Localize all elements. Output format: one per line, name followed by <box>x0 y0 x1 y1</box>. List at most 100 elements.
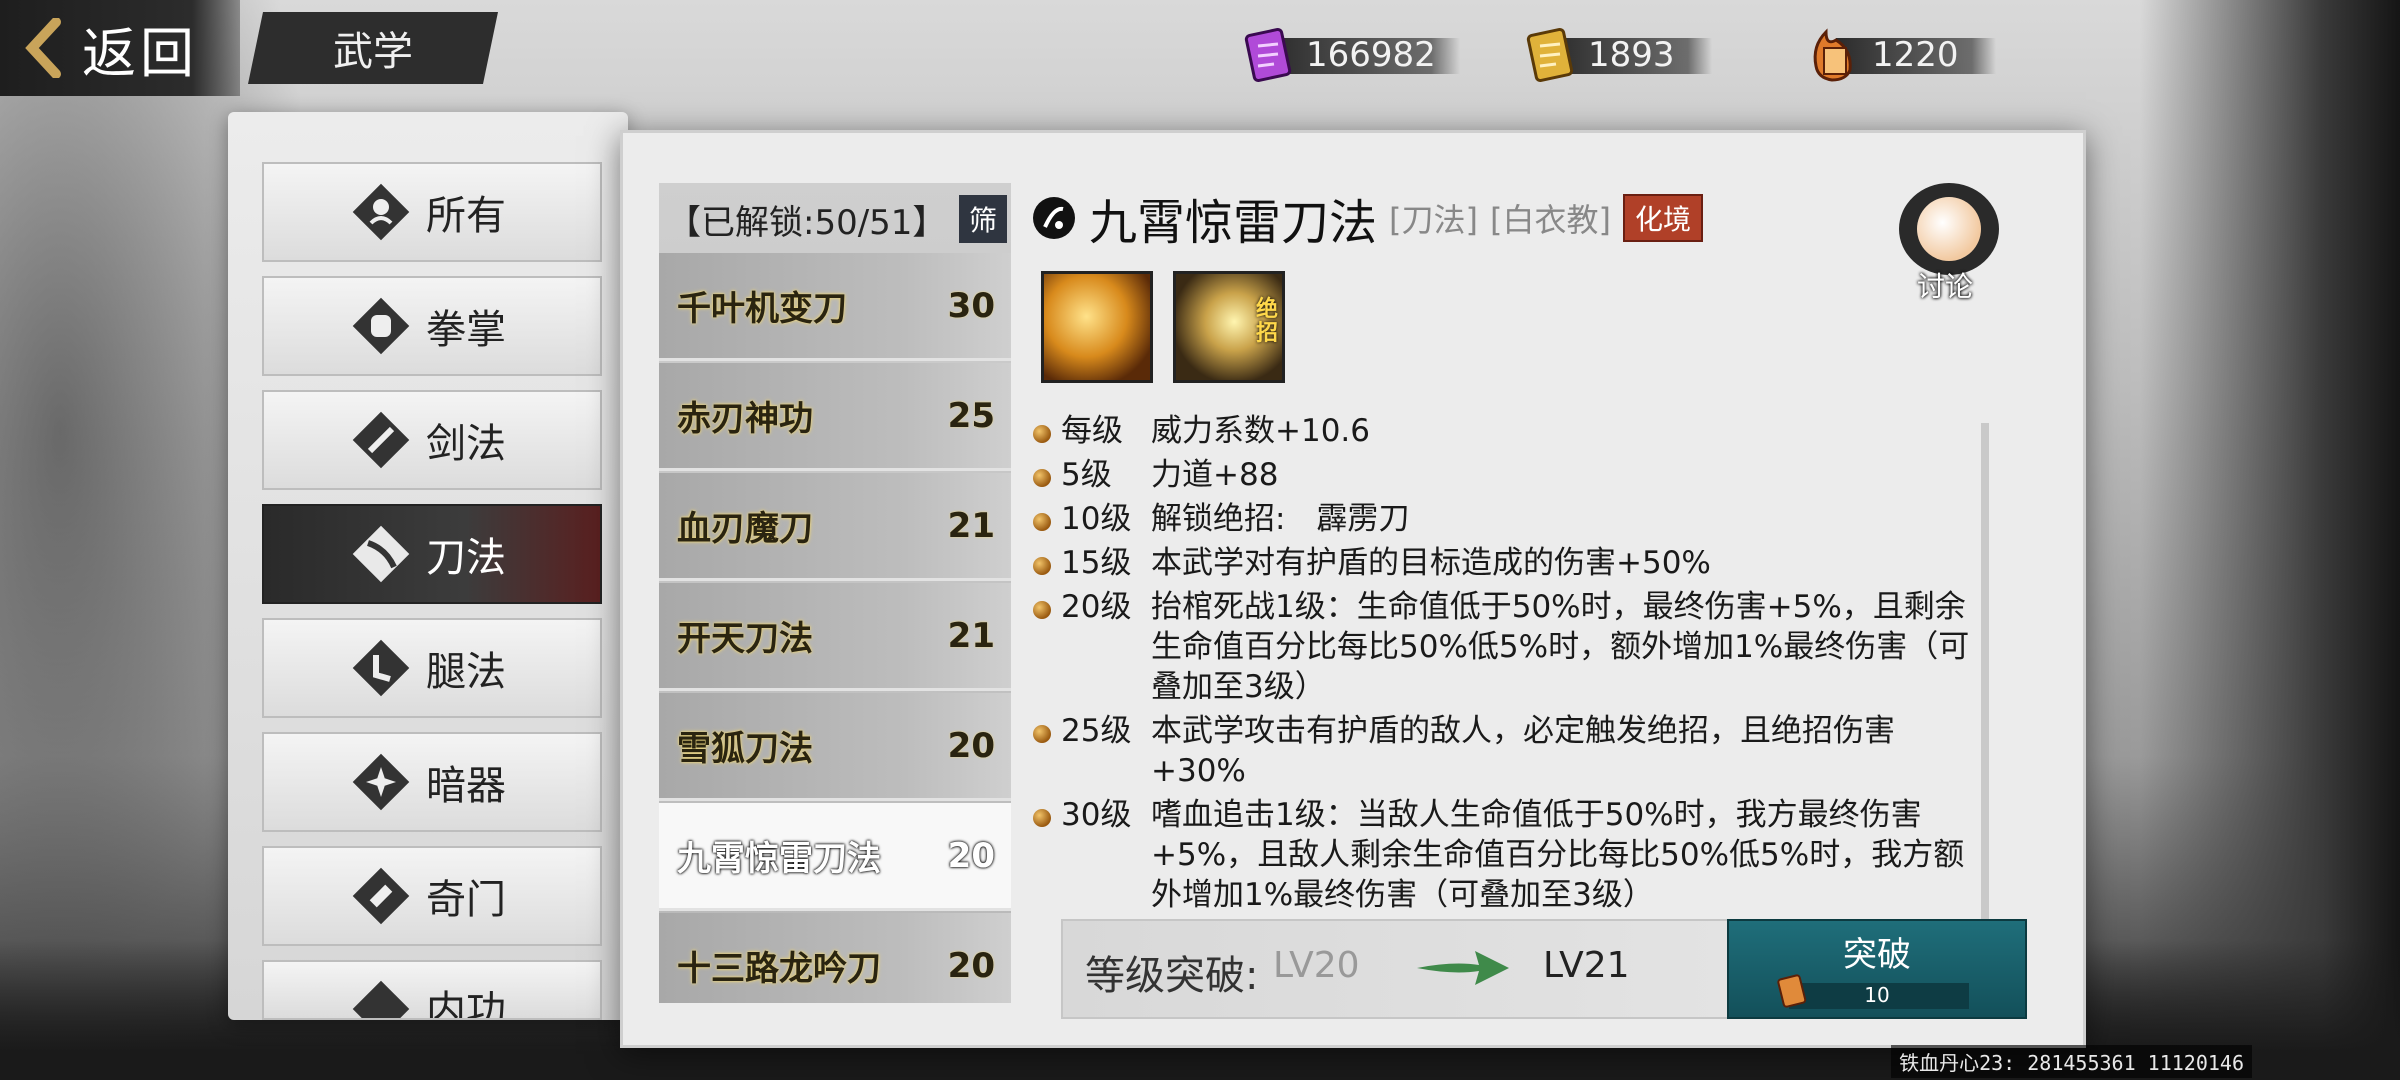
skill-icon[interactable] <box>1041 271 1153 383</box>
purple-scroll-icon <box>1240 26 1296 84</box>
cat-mascot-icon <box>1899 183 1999 275</box>
effect-row: 25级 本武学攻击有护盾的敌人，必定触发绝招，且绝招伤害+30% <box>1019 711 1979 791</box>
inner-power-icon <box>346 974 416 1018</box>
effect-level: 5级 <box>1061 457 1112 493</box>
back-button[interactable]: 返回 <box>0 0 240 96</box>
category-label: 腿法 <box>426 649 506 695</box>
effect-level: 每级 <box>1061 413 1123 449</box>
currency-fire[interactable]: 1220 <box>1806 26 1996 84</box>
all-styles-icon <box>346 177 416 247</box>
back-label: 返回 <box>82 21 198 85</box>
category-label: 刀法 <box>426 535 506 581</box>
category-label: 剑法 <box>426 421 506 467</box>
discuss-label: 讨论 <box>1917 270 1974 303</box>
currency-value: 1893 <box>1588 35 1675 75</box>
arrow-right-icon <box>1413 943 1513 993</box>
art-level: 25 <box>947 395 995 436</box>
category-exotic[interactable]: 奇门 <box>262 846 602 946</box>
effect-row: 20级 抬棺死战1级：生命值低于50%时，最终伤害+5%，且剩余生命值百分比每比… <box>1019 587 1979 707</box>
category-label: 所有 <box>426 193 506 239</box>
list-item[interactable]: 血刃魔刀 21 <box>659 473 1011 581</box>
fist-icon <box>346 291 416 361</box>
list-item[interactable]: 赤刃神功 25 <box>659 363 1011 471</box>
bullet-icon <box>1033 725 1051 743</box>
category-label: 暗器 <box>426 763 506 809</box>
category-label: 奇门 <box>426 877 506 923</box>
currency-purple[interactable]: 166982 <box>1240 26 1460 84</box>
effect-level: 30级 <box>1061 797 1132 833</box>
effect-row: 每级 威力系数+10.6 <box>1019 411 1979 451</box>
filter-button[interactable]: 筛 <box>959 195 1007 243</box>
currency-gold[interactable]: 1893 <box>1522 26 1712 84</box>
art-name: 九霄惊雷刀法 <box>677 839 881 879</box>
art-name: 赤刃神功 <box>677 399 813 439</box>
effect-row: 30级 嗜血追击1级：当敌人生命值低于50%时，我方最终伤害+5%，且敌人剩余生… <box>1019 795 1979 911</box>
detail-title: 九霄惊雷刀法 [刀法] [白衣教] 化境 <box>1031 183 1703 253</box>
type-tag: [刀法] <box>1389 201 1478 239</box>
currency-value: 166982 <box>1306 35 1436 75</box>
effect-row: 15级 本武学对有护盾的目标造成的伤害+50% <box>1019 543 1979 583</box>
ultimate-skill-icon[interactable]: 绝招 <box>1173 271 1285 383</box>
gold-scroll-icon <box>1522 26 1578 84</box>
category-panel: 所有 拳掌 剑法 刀法 腿法 暗器 奇门 内功 <box>228 112 628 1020</box>
martial-arts-list[interactable]: 【已解锁:50/51】 筛 千叶机变刀 30 赤刃神功 25 血刃魔刀 21 开… <box>659 183 1011 1003</box>
currency-value: 1220 <box>1872 35 1959 75</box>
breakthrough-bar: 等级突破: LV20 LV21 突破 10 <box>1061 919 2027 1019</box>
art-level: 20 <box>947 945 995 986</box>
martial-arts-panel: 【已解锁:50/51】 筛 千叶机变刀 30 赤刃神功 25 血刃魔刀 21 开… <box>620 130 2086 1048</box>
discuss-button[interactable]: 讨论 <box>1899 183 2009 303</box>
effect-text: 嗜血追击1级：当敌人生命值低于50%时，我方最终伤害+5%，且敌人剩余生命值百分… <box>1151 797 1965 911</box>
category-fist[interactable]: 拳掌 <box>262 276 602 376</box>
player-info: 铁血丹心23: 281455361 11120146 <box>1891 1045 2252 1078</box>
breakthrough-label: 等级突破: <box>1085 953 1259 999</box>
list-item[interactable]: 雪狐刀法 20 <box>659 693 1011 801</box>
art-level: 20 <box>947 725 995 766</box>
category-blade[interactable]: 刀法 <box>262 504 602 604</box>
breakthrough-button-label: 突破 <box>1843 935 1911 975</box>
category-hidden-weapon[interactable]: 暗器 <box>262 732 602 832</box>
next-level: LV21 <box>1543 945 1630 986</box>
list-item[interactable]: 千叶机变刀 30 <box>659 253 1011 361</box>
bullet-icon <box>1033 809 1051 827</box>
art-name: 雪狐刀法 <box>677 729 813 769</box>
category-label: 拳掌 <box>426 307 506 353</box>
art-name: 开天刀法 <box>677 619 813 659</box>
category-leg[interactable]: 腿法 <box>262 618 602 718</box>
effect-text: 解锁绝招: 霹雳刀 <box>1151 501 1410 537</box>
effects-scrollbar[interactable] <box>1981 423 1989 923</box>
effect-text: 本武学攻击有护盾的敌人，必定触发绝招，且绝招伤害+30% <box>1151 713 1895 789</box>
background-ink-right <box>2140 0 2400 1080</box>
yin-yang-icon <box>1031 195 1077 241</box>
ultimate-badge: 绝招 <box>1256 297 1279 346</box>
art-level: 20 <box>947 835 995 876</box>
effects-list[interactable]: 每级 威力系数+10.6 5级 力道+88 10级 解锁绝招: 霹雳刀 15级 … <box>1019 411 1979 911</box>
leg-icon <box>346 633 416 703</box>
art-name: 千叶机变刀 <box>677 289 847 329</box>
category-all[interactable]: 所有 <box>262 162 602 262</box>
list-item[interactable]: 开天刀法 21 <box>659 583 1011 691</box>
effect-text: 力道+88 <box>1151 457 1279 493</box>
shuriken-icon <box>346 747 416 817</box>
sword-icon <box>346 405 416 475</box>
bullet-icon <box>1033 513 1051 531</box>
page-title: 武学 <box>248 12 498 84</box>
effect-text: 本武学对有护盾的目标造成的伤害+50% <box>1151 545 1711 581</box>
list-item-selected[interactable]: 九霄惊雷刀法 20 <box>659 803 1011 911</box>
effect-text: 抬棺死战1级：生命值低于50%时，最终伤害+5%，且剩余生命值百分比每比50%低… <box>1151 589 1970 705</box>
effect-row: 10级 解锁绝招: 霹雳刀 <box>1019 499 1979 539</box>
blade-icon <box>346 519 416 589</box>
art-name: 十三路龙吟刀 <box>677 949 881 989</box>
bullet-icon <box>1033 469 1051 487</box>
art-title: 九霄惊雷刀法 <box>1089 195 1378 251</box>
effect-level: 10级 <box>1061 501 1132 537</box>
breakthrough-button[interactable]: 突破 10 <box>1727 919 2027 1019</box>
category-inner-power[interactable]: 内功 <box>262 960 602 1020</box>
bullet-icon <box>1033 425 1051 443</box>
unlock-text: 【已解锁:50/51】 <box>667 202 947 243</box>
martial-art-detail: 九霄惊雷刀法 [刀法] [白衣教] 化境 绝招 讨论 每级 威力系数+10.6 … <box>1019 183 2029 1019</box>
effect-level: 15级 <box>1061 545 1132 581</box>
current-level: LV20 <box>1273 945 1360 986</box>
list-item[interactable]: 十三路龙吟刀 20 <box>659 913 1011 1003</box>
category-sword[interactable]: 剑法 <box>262 390 602 490</box>
effect-level: 20级 <box>1061 589 1132 625</box>
